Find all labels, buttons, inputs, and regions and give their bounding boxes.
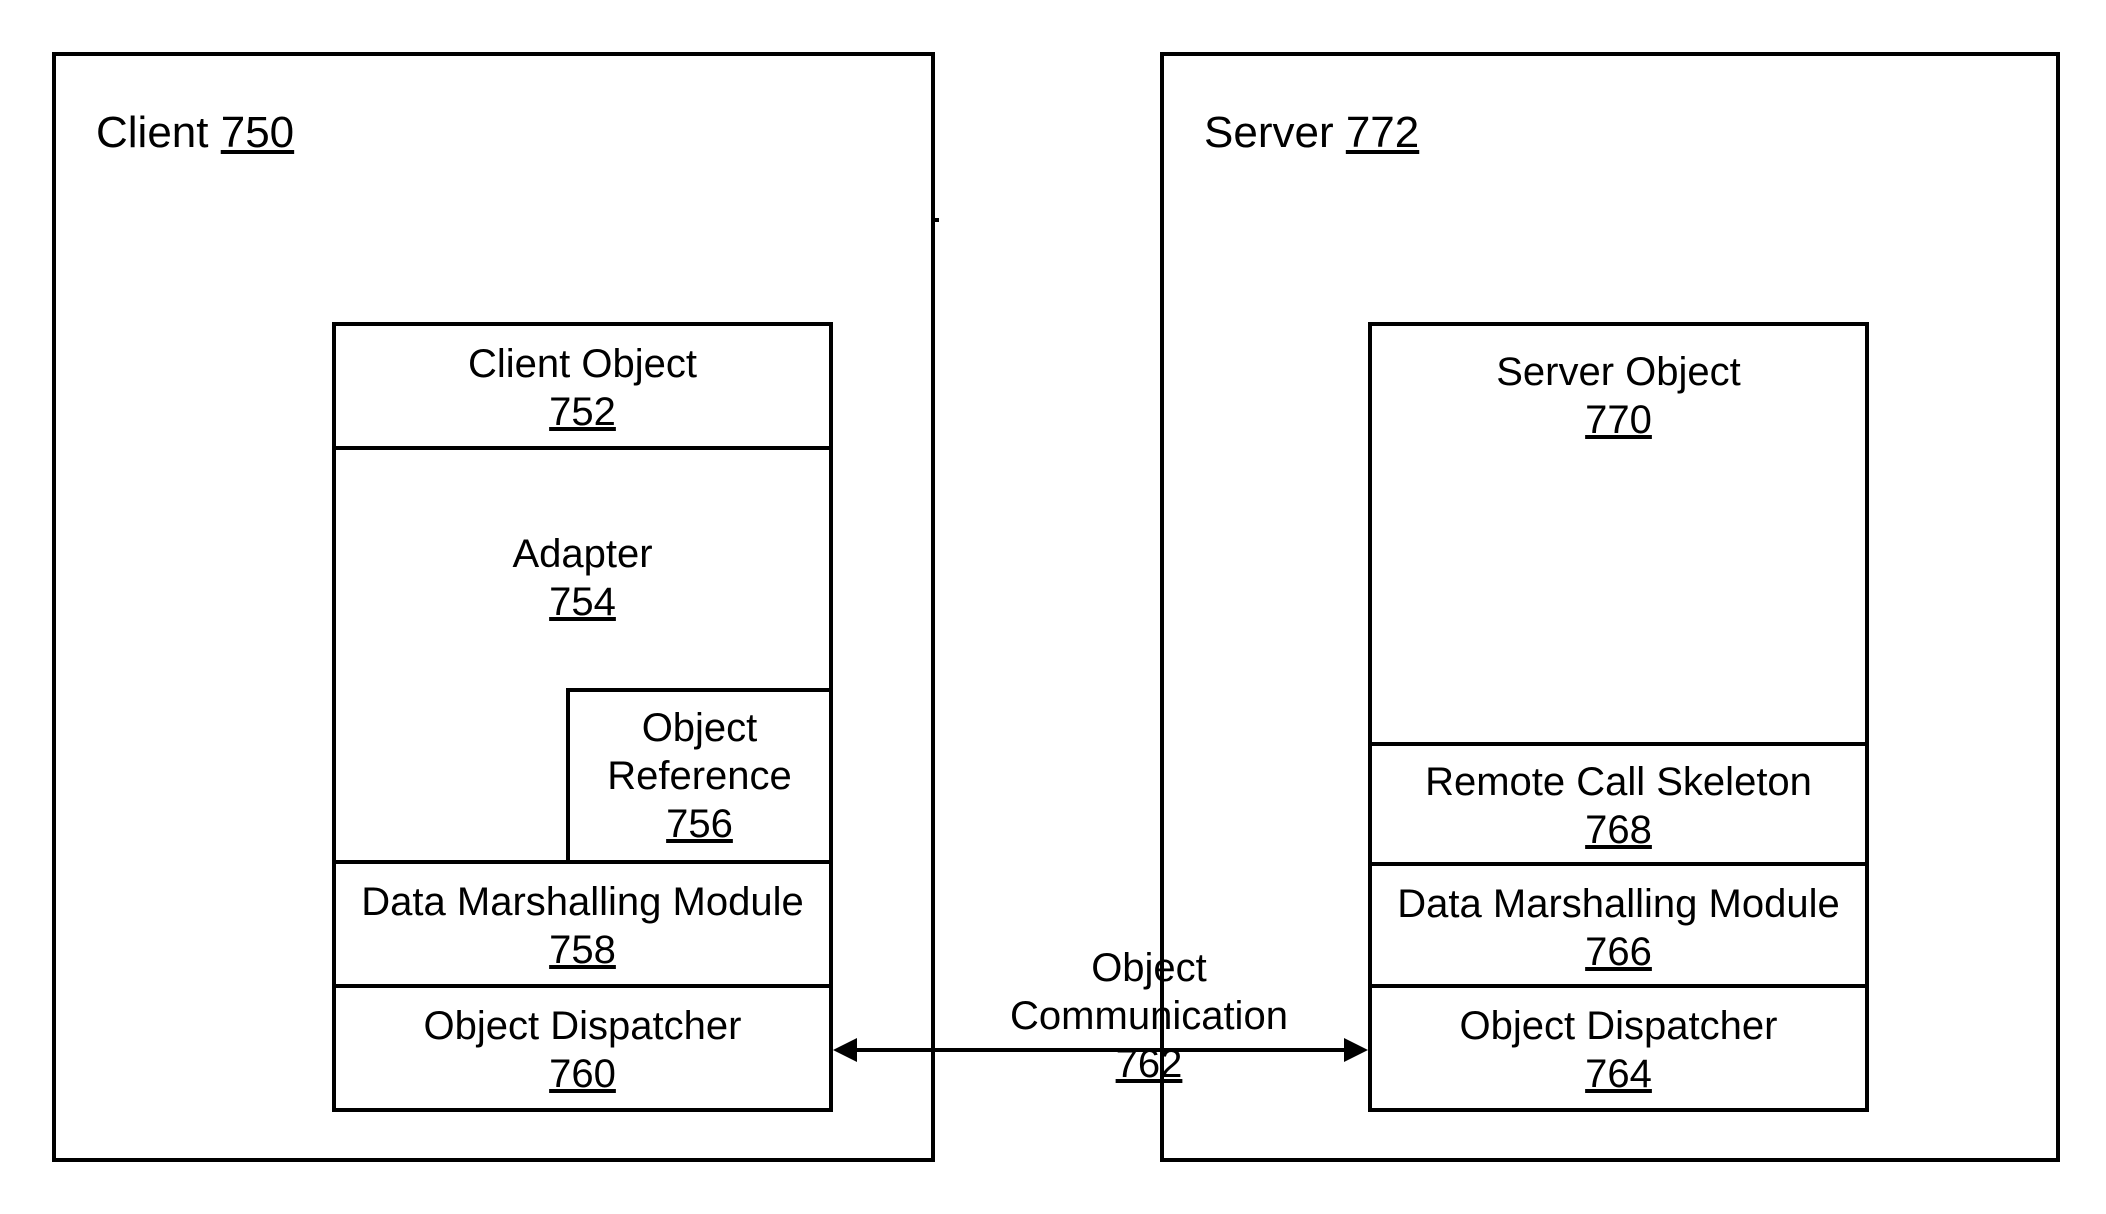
client-object-num: 752	[549, 390, 616, 434]
client-marshalling-text: Data Marshalling Module	[361, 880, 803, 924]
client-marshalling-num: 758	[549, 928, 616, 972]
client-title-word: Client	[96, 108, 209, 157]
diagram-canvas: Client 750 Client Object 752 Adapter 754…	[0, 0, 2106, 1214]
client-title: Client 750	[96, 108, 294, 158]
server-skeleton-label: Remote Call Skeleton 768	[1368, 758, 1869, 854]
server-marshalling-text: Data Marshalling Module	[1397, 882, 1839, 926]
client-dispatcher-num: 760	[549, 1052, 616, 1096]
comm-arrow-icon	[833, 1030, 1368, 1070]
server-skeleton-text: Remote Call Skeleton	[1425, 760, 1812, 804]
server-title: Server 772	[1204, 108, 1419, 158]
server-object-num: 770	[1585, 398, 1652, 442]
adapter-num: 754	[549, 580, 616, 624]
server-dispatcher-num: 764	[1585, 1052, 1652, 1096]
server-dispatcher-label: Object Dispatcher 764	[1368, 1002, 1869, 1098]
client-dispatcher-text: Object Dispatcher	[424, 1004, 742, 1048]
server-marshalling-label: Data Marshalling Module 766	[1368, 880, 1869, 976]
server-marshalling-num: 766	[1585, 930, 1652, 974]
client-title-num: 750	[221, 108, 294, 157]
server-title-num: 772	[1346, 108, 1419, 157]
server-title-word: Server	[1204, 108, 1334, 157]
object-reference-label: Object Reference 756	[566, 704, 833, 848]
object-reference-l1: Object	[642, 706, 758, 750]
client-marshalling-label: Data Marshalling Module 758	[332, 878, 833, 974]
object-reference-l2: Reference	[607, 754, 792, 798]
adapter-text: Adapter	[512, 532, 652, 576]
client-object-label: Client Object 752	[332, 340, 833, 436]
client-object-text: Client Object	[468, 342, 697, 386]
client-dispatcher-label: Object Dispatcher 760	[332, 1002, 833, 1098]
server-dispatcher-text: Object Dispatcher	[1460, 1004, 1778, 1048]
server-object-text: Server Object	[1496, 350, 1741, 394]
object-reference-num: 756	[666, 802, 733, 846]
server-skeleton-num: 768	[1585, 808, 1652, 852]
server-object-label: Server Object 770	[1368, 348, 1869, 444]
client-edge-notch	[931, 218, 939, 222]
comm-l1: Object	[1091, 946, 1207, 990]
adapter-label: Adapter 754	[332, 530, 833, 626]
